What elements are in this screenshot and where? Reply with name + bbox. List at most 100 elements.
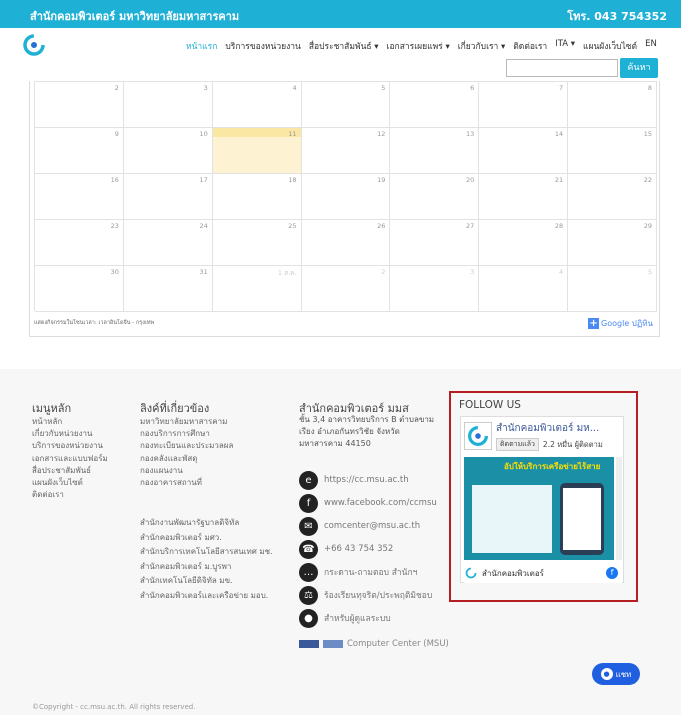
computer-center-badge[interactable]: Computer Center (MSU): [299, 639, 449, 649]
calendar-embed: 2 3 4 5 6 7 8 9 10 11 12 13 14 15 16 17 …: [29, 81, 660, 337]
nav-sitemap[interactable]: แผนผังเว็บไซต์: [583, 39, 637, 53]
search-input[interactable]: [506, 59, 618, 77]
calendar-day[interactable]: 26: [301, 220, 391, 266]
fb-scrollbar[interactable]: [616, 457, 622, 560]
post-avatar-icon: [465, 567, 477, 579]
day-number: 16: [110, 176, 119, 184]
nav-about[interactable]: เกี่ยวกับเรา ▾: [458, 39, 506, 53]
calendar-day[interactable]: 5: [301, 82, 391, 128]
calendar-day[interactable]: 19: [301, 174, 391, 220]
related-link[interactable]: กองอาคารสถานที่: [140, 477, 233, 489]
related-link[interactable]: สำนักงานพัฒนารัฐบาลดิจิทัล: [140, 516, 273, 531]
fb-follow-button[interactable]: ติดตามแล้ว: [496, 438, 539, 451]
calendar-day[interactable]: 6: [390, 82, 480, 128]
calendar-day[interactable]: 15: [568, 128, 658, 174]
calendar-day[interactable]: 8: [568, 82, 658, 128]
office-address: ชั้น 3,4 อาคารวิทยบริการ B ตำบลขาม เรียง…: [299, 414, 459, 450]
menu-link[interactable]: หน้าหลัก: [32, 416, 108, 428]
calendar-day[interactable]: 30: [35, 266, 124, 312]
calendar-day[interactable]: 9: [35, 128, 124, 174]
calendar-day[interactable]: 28: [479, 220, 569, 266]
related-link[interactable]: สำนักคอมพิวเตอร์ มศว.: [140, 531, 273, 546]
nav-home[interactable]: หน้าแรก: [186, 39, 217, 53]
calendar-day[interactable]: 1 ส.ค.: [212, 266, 302, 312]
calendar-day[interactable]: 3: [123, 82, 213, 128]
calendar-day[interactable]: 22: [568, 174, 658, 220]
menu-link[interactable]: สื่อประชาสัมพันธ์: [32, 465, 108, 477]
calendar-day[interactable]: 23: [35, 220, 124, 266]
nav-language[interactable]: EN: [645, 39, 657, 53]
calendar-day[interactable]: 12: [301, 128, 391, 174]
related-link[interactable]: กองคลังและพัสดุ: [140, 453, 233, 465]
badge-block-icon: [323, 640, 343, 648]
calendar-day[interactable]: 20: [390, 174, 480, 220]
facebook-page-widget[interactable]: สำนักคอมพิวเตอร์ มห... ติดตามแล้ว 2.2 หม…: [460, 416, 624, 583]
calendar-day[interactable]: 3: [390, 266, 480, 312]
contact-admin[interactable]: ● สำหรับผู้ดูแลระบบ: [299, 608, 391, 628]
nav-ita[interactable]: ITA ▾: [555, 39, 575, 53]
fb-post-row[interactable]: สำนักคอมพิวเตอร์ f: [464, 563, 622, 583]
contact-website[interactable]: e https://cc.msu.ac.th: [299, 470, 409, 490]
menu-link[interactable]: ติดต่อเรา: [32, 489, 108, 501]
calendar-day[interactable]: 4: [479, 266, 569, 312]
contact-phone[interactable]: ☎ +66 43 754 352: [299, 539, 393, 559]
calendar-day[interactable]: 29: [568, 220, 658, 266]
calendar-day[interactable]: 24: [123, 220, 213, 266]
search-button[interactable]: ค้นหา: [620, 58, 658, 78]
nav-services[interactable]: บริการของหน่วยงาน: [225, 39, 300, 53]
calendar-day[interactable]: 4: [212, 82, 302, 128]
calendar-day[interactable]: 25: [212, 220, 302, 266]
related-link[interactable]: สำนักเทคโนโลยีดิจิทัล มข.: [140, 574, 273, 589]
address-line: ชั้น 3,4 อาคารวิทยบริการ B ตำบลขาม: [299, 415, 435, 424]
calendar-day-today[interactable]: 11: [212, 128, 302, 174]
calendar-day[interactable]: 5: [568, 266, 658, 312]
related-link[interactable]: กองแผนงาน: [140, 465, 233, 477]
day-number: 20: [466, 176, 475, 184]
calendar-day[interactable]: 2: [301, 266, 391, 312]
calendar-day[interactable]: 16: [35, 174, 124, 220]
nav-contact[interactable]: ติดต่อเรา: [513, 39, 547, 53]
related-link[interactable]: มหาวิทยาลัยมหาสารคาม: [140, 416, 233, 428]
day-number: 6: [470, 84, 475, 92]
contact-board[interactable]: … กระดาน-ถามตอบ สำนักฯ: [299, 562, 417, 582]
day-number: 2: [114, 84, 119, 92]
menu-link[interactable]: แผนผังเว็บไซต์: [32, 477, 108, 489]
calendar-day[interactable]: 2: [35, 82, 124, 128]
menu-link[interactable]: เอกสารและแบบฟอร์ม: [32, 453, 108, 465]
fb-post-image[interactable]: อัปให้บริการเครือข่ายไร้สาย: [464, 457, 614, 560]
calendar-day[interactable]: 31: [123, 266, 213, 312]
related-link[interactable]: สำนักคอมพิวเตอร์ ม.บูรพา: [140, 560, 273, 575]
menu-link[interactable]: บริการของหน่วยงาน: [32, 440, 108, 452]
related-link[interactable]: กองบริการการศึกษา: [140, 428, 233, 440]
related-link[interactable]: สำนักคอมพิวเตอร์และเครือข่าย มอบ.: [140, 589, 273, 604]
calendar-day[interactable]: 13: [390, 128, 480, 174]
contact-text: กระดาน-ถามตอบ สำนักฯ: [324, 568, 418, 578]
fb-page-name[interactable]: สำนักคอมพิวเตอร์ มห...: [496, 421, 599, 436]
calendar-day[interactable]: 14: [479, 128, 569, 174]
phone-icon: ☎: [299, 539, 318, 559]
top-bar: สำนักคอมพิวเตอร์ มหาวิทยาลัยมหาสารคาม โท…: [0, 0, 681, 28]
menu-link[interactable]: เกี่ยวกับหน่วยงาน: [32, 428, 108, 440]
calendar-day[interactable]: 10: [123, 128, 213, 174]
nav-documents[interactable]: เอกสารเผยแพร่ ▾: [387, 39, 450, 53]
contact-complaint[interactable]: ⚖ ร้องเรียนทุจริต/ประพฤติมิชอบ: [299, 585, 432, 605]
contact-email[interactable]: ✉ comcenter@msu.ac.th: [299, 516, 420, 536]
site-logo-icon[interactable]: [22, 33, 46, 57]
related-link[interactable]: กองทะเบียนและประมวลผล: [140, 440, 233, 452]
calendar-day[interactable]: 18: [212, 174, 302, 220]
page-avatar-icon[interactable]: [464, 422, 492, 450]
chat-button[interactable]: ● แชท: [592, 663, 640, 685]
day-number: 17: [199, 176, 208, 184]
day-number: 21: [554, 176, 564, 184]
calendar-day[interactable]: 7: [479, 82, 569, 128]
contact-facebook[interactable]: f www.facebook.com/ccmsu: [299, 493, 437, 513]
google-calendar-label: Google ปฏิทิน: [601, 318, 653, 328]
contact-text: https://cc.msu.ac.th: [324, 475, 409, 485]
calendar-day[interactable]: 21: [479, 174, 569, 220]
ie-icon: e: [299, 470, 318, 490]
related-link[interactable]: สำนักบริการเทคโนโลยีสารสนเทศ มช.: [140, 545, 273, 560]
calendar-day[interactable]: 17: [123, 174, 213, 220]
google-calendar-button[interactable]: + Google ปฏิทิน: [588, 317, 653, 329]
nav-media[interactable]: สื่อประชาสัมพันธ์ ▾: [309, 39, 379, 53]
calendar-day[interactable]: 27: [390, 220, 480, 266]
